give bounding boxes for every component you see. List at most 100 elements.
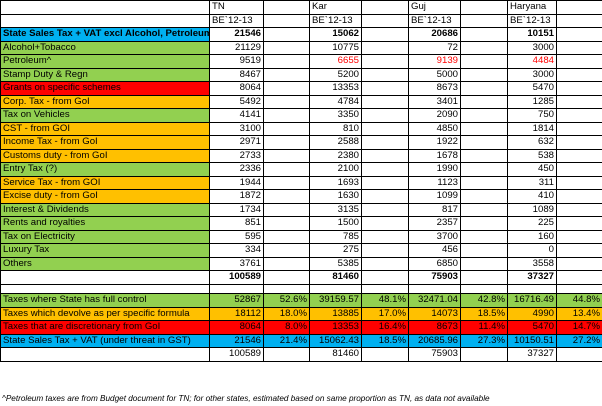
empty-cell[interactable] — [361, 283, 409, 294]
empty-cell[interactable] — [263, 229, 310, 244]
tn-value[interactable]: 4141 — [209, 108, 264, 123]
empty-cell[interactable] — [556, 175, 602, 190]
header-cell[interactable] — [460, 0, 508, 15]
header-cell[interactable]: BE`12-13 — [408, 13, 461, 28]
guj-value[interactable]: 2357 — [408, 216, 461, 231]
empty-cell[interactable] — [263, 54, 310, 69]
empty-cell[interactable] — [361, 81, 409, 96]
header-cell[interactable]: Guj — [408, 0, 461, 15]
guj-value[interactable]: 3700 — [408, 229, 461, 244]
empty-cell[interactable] — [460, 108, 508, 123]
summary-label[interactable]: Taxes which devolve as per specific form… — [0, 306, 210, 321]
empty-cell[interactable] — [460, 283, 508, 294]
kar-value[interactable]: 5385 — [309, 256, 362, 271]
empty-cell[interactable] — [460, 121, 508, 136]
guj-value[interactable]: 1099 — [408, 189, 461, 204]
har-value[interactable]: 1814 — [507, 121, 557, 136]
row-label[interactable]: Stamp Duty & Regn — [0, 67, 210, 82]
har-summary-value[interactable]: 4990 — [507, 306, 557, 321]
kar-summary-pct[interactable]: 16.4% — [361, 320, 409, 335]
guj-summary-value[interactable]: 14073 — [408, 306, 461, 321]
empty-cell[interactable] — [263, 202, 310, 217]
header-cell[interactable]: BE`12-13 — [209, 13, 264, 28]
har-value[interactable]: 10151 — [507, 27, 557, 42]
header-cell[interactable] — [263, 0, 310, 15]
empty-cell[interactable] — [263, 270, 310, 285]
har-value[interactable]: 311 — [507, 175, 557, 190]
empty-cell[interactable] — [361, 54, 409, 69]
empty-cell[interactable] — [263, 27, 310, 42]
har-value[interactable]: 3558 — [507, 256, 557, 271]
empty-cell[interactable] — [460, 54, 508, 69]
empty-cell[interactable] — [460, 148, 508, 163]
kar-value[interactable]: 1630 — [309, 189, 362, 204]
empty-cell[interactable] — [556, 94, 602, 109]
har-summary-pct[interactable]: 13.4% — [556, 306, 602, 321]
har-value[interactable]: 1089 — [507, 202, 557, 217]
empty-cell[interactable] — [556, 148, 602, 163]
har-value[interactable]: 3000 — [507, 67, 557, 82]
har-value[interactable]: 160 — [507, 229, 557, 244]
empty-cell[interactable] — [263, 67, 310, 82]
kar-summary-value[interactable]: 13885 — [309, 306, 362, 321]
empty-cell[interactable] — [556, 283, 602, 294]
row-label[interactable]: State Sales Tax + VAT excl Alcohol, Petr… — [0, 27, 210, 42]
empty-cell[interactable] — [263, 121, 310, 136]
empty-cell[interactable] — [460, 94, 508, 109]
empty-cell[interactable] — [263, 283, 310, 294]
empty-cell[interactable] — [361, 347, 409, 362]
kar-value[interactable]: 275 — [309, 243, 362, 258]
tn-value[interactable]: 1872 — [209, 189, 264, 204]
guj-summary-value[interactable]: 8673 — [408, 320, 461, 335]
empty-cell[interactable] — [460, 229, 508, 244]
guj-total[interactable]: 75903 — [408, 270, 461, 285]
kar-summary-pct[interactable]: 17.0% — [361, 306, 409, 321]
guj-summary-total[interactable]: 75903 — [408, 347, 461, 362]
empty-cell[interactable] — [361, 202, 409, 217]
guj-summary-value[interactable]: 32471.04 — [408, 293, 461, 308]
kar-total[interactable]: 81460 — [309, 270, 362, 285]
har-value[interactable]: 3000 — [507, 40, 557, 55]
empty-cell[interactable] — [556, 216, 602, 231]
total-label[interactable] — [0, 270, 210, 285]
tn-value[interactable]: 1944 — [209, 175, 264, 190]
tn-summary-total[interactable]: 100589 — [209, 347, 264, 362]
row-label[interactable]: Petroleum^ — [0, 54, 210, 69]
guj-value[interactable]: 20686 — [408, 27, 461, 42]
empty-cell[interactable] — [263, 347, 310, 362]
header-cell[interactable] — [263, 13, 310, 28]
empty-cell[interactable] — [507, 283, 557, 294]
kar-value[interactable]: 3135 — [309, 202, 362, 217]
header-cell[interactable] — [556, 0, 602, 15]
kar-summary-value[interactable]: 15062.43 — [309, 333, 362, 348]
empty-cell[interactable] — [361, 108, 409, 123]
kar-value[interactable]: 785 — [309, 229, 362, 244]
row-label[interactable]: Tax on Vehicles — [0, 108, 210, 123]
empty-cell[interactable] — [460, 256, 508, 271]
empty-cell[interactable] — [460, 40, 508, 55]
empty-cell[interactable] — [361, 94, 409, 109]
empty-cell[interactable] — [556, 27, 602, 42]
har-summary-pct[interactable]: 44.8% — [556, 293, 602, 308]
empty-cell[interactable] — [460, 202, 508, 217]
empty-cell[interactable] — [361, 216, 409, 231]
empty-cell[interactable] — [309, 283, 362, 294]
summary-total-label[interactable] — [0, 347, 210, 362]
har-summary-pct[interactable]: 27.2% — [556, 333, 602, 348]
har-summary-total[interactable]: 37327 — [507, 347, 557, 362]
guj-summary-pct[interactable]: 27.3% — [460, 333, 508, 348]
empty-cell[interactable] — [361, 256, 409, 271]
header-cell[interactable] — [460, 13, 508, 28]
tn-value[interactable]: 8467 — [209, 67, 264, 82]
kar-value[interactable]: 2588 — [309, 135, 362, 150]
tn-total[interactable]: 100589 — [209, 270, 264, 285]
empty-cell[interactable] — [361, 135, 409, 150]
empty-cell[interactable] — [556, 189, 602, 204]
row-label[interactable]: Grants on specific schemes — [0, 81, 210, 96]
tn-value[interactable]: 21546 — [209, 27, 264, 42]
header-cell[interactable] — [0, 13, 210, 28]
summary-label[interactable]: State Sales Tax + VAT (under threat in G… — [0, 333, 210, 348]
kar-value[interactable]: 1693 — [309, 175, 362, 190]
empty-cell[interactable] — [556, 162, 602, 177]
row-label[interactable]: Corp. Tax - from GoI — [0, 94, 210, 109]
